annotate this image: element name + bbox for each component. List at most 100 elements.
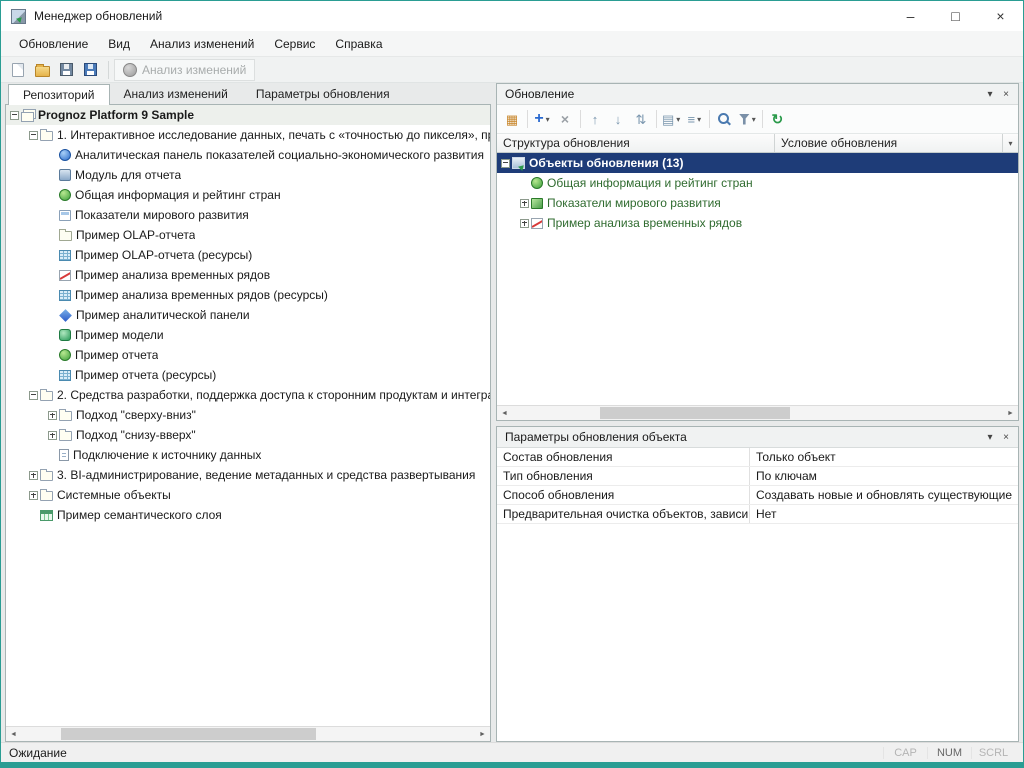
panel-close-button[interactable]: × [998, 432, 1014, 443]
toolbar-separator [709, 110, 710, 128]
panel-menu-button[interactable]: ▾ [982, 89, 998, 100]
menu-item[interactable]: Справка [325, 33, 392, 55]
tree-row[interactable]: Общая информация и рейтинг стран [497, 173, 1018, 193]
tree-row[interactable]: Prognoz Platform 9 Sample [6, 105, 490, 125]
tree-row[interactable]: Пример OLAP-отчета [6, 225, 490, 245]
refresh-button[interactable]: ↻ [766, 108, 788, 130]
search-button[interactable] [713, 108, 735, 130]
tab-анализ-изменений[interactable]: Анализ изменений [110, 84, 242, 104]
update-hscrollbar[interactable]: ◄ ► [497, 405, 1018, 420]
column-structure[interactable]: Структура обновления [497, 134, 775, 152]
tree-row[interactable]: Подход "сверху-вниз" [6, 405, 490, 425]
tree-row[interactable]: Пример модели [6, 325, 490, 345]
table-icon [59, 370, 71, 381]
maximize-button[interactable]: □ [933, 1, 978, 31]
panel-close-button[interactable]: × [998, 89, 1014, 100]
scroll-thumb[interactable] [600, 407, 790, 419]
tree-row[interactable]: Объекты обновления (13) [497, 153, 1018, 173]
expander-icon[interactable] [520, 219, 529, 228]
new-button[interactable] [7, 59, 29, 81]
expander-icon[interactable] [10, 111, 19, 120]
params-panel: Параметры обновления объекта ▾ × Состав … [496, 426, 1019, 742]
tree-row[interactable]: 3. BI-администрирование, ведение метадан… [6, 465, 490, 485]
delete-object-button[interactable]: × [554, 108, 576, 130]
tab-репозиторий[interactable]: Репозиторий [8, 84, 110, 105]
scroll-track[interactable] [21, 727, 475, 741]
column-condition[interactable]: Условие обновления [775, 134, 1002, 152]
menu-item[interactable]: Сервис [264, 33, 325, 55]
add-object-button[interactable]: +▾ [531, 108, 553, 130]
main-toolbar: Анализ изменений [1, 57, 1023, 83]
create-update-button[interactable]: ▦ [501, 108, 523, 130]
param-row[interactable]: Состав обновления Только объект [497, 448, 1018, 467]
expander-icon[interactable] [29, 131, 38, 140]
view-mode-button[interactable]: ▤▾ [660, 108, 682, 130]
tree-row[interactable]: Пример OLAP-отчета (ресурсы) [6, 245, 490, 265]
move-up-button[interactable]: ↑ [584, 108, 606, 130]
tree-row[interactable]: Аналитическая панель показателей социаль… [6, 145, 490, 165]
tree-row[interactable]: Пример анализа временных рядов (ресурсы) [6, 285, 490, 305]
reorder-button[interactable]: ⇅ [630, 108, 652, 130]
item-label: Пример отчета [75, 348, 158, 362]
tree-row[interactable]: Показатели мирового развития [6, 205, 490, 225]
repository-hscrollbar[interactable]: ◄ ► [6, 726, 490, 741]
tree-row[interactable]: Общая информация и рейтинг стран [6, 185, 490, 205]
menu-item[interactable]: Обновление [9, 33, 98, 55]
tree-row[interactable]: Пример аналитической панели [6, 305, 490, 325]
item-label: Общая информация и рейтинг стран [75, 188, 281, 202]
diamond-icon [59, 309, 72, 322]
expander-icon[interactable] [501, 159, 510, 168]
scroll-right-button[interactable]: ► [475, 727, 490, 741]
expander-icon[interactable] [520, 199, 529, 208]
param-row[interactable]: Тип обновления По ключам [497, 467, 1018, 486]
scroll-track[interactable] [512, 406, 1003, 420]
olap-icon [59, 231, 72, 241]
scroll-right-button[interactable]: ► [1003, 406, 1018, 420]
scroll-thumb[interactable] [61, 728, 316, 740]
move-down-button[interactable]: ↓ [607, 108, 629, 130]
tree-row[interactable]: Пример анализа временных рядов [497, 213, 1018, 233]
minimize-button[interactable]: – [888, 1, 933, 31]
scroll-left-button[interactable]: ◄ [497, 406, 512, 420]
expander-icon[interactable] [29, 491, 38, 500]
toolbar-separator [580, 110, 581, 128]
tree-row[interactable]: Показатели мирового развития [497, 193, 1018, 213]
scroll-left-button[interactable]: ◄ [6, 727, 21, 741]
save-button[interactable] [55, 59, 77, 81]
param-row[interactable]: Предварительная очистка объектов, зависи… [497, 505, 1018, 524]
menu-item[interactable]: Анализ изменений [140, 33, 264, 55]
expander-icon[interactable] [48, 411, 57, 420]
sort-button[interactable]: ≡▾ [683, 108, 705, 130]
params-panel-header: Параметры обновления объекта ▾ × [497, 427, 1018, 448]
item-label: 2. Средства разработки, поддержка доступ… [57, 388, 490, 402]
menu-bar: ОбновлениеВидАнализ измененийСервисСправ… [1, 31, 1023, 57]
tree-row[interactable]: Пример отчета [6, 345, 490, 365]
params-panel-title: Параметры обновления объекта [505, 430, 982, 444]
tree-row[interactable]: Пример отчета (ресурсы) [6, 365, 490, 385]
tree-row[interactable]: Системные объекты [6, 485, 490, 505]
tree-row[interactable]: Пример семантического слоя [6, 505, 490, 525]
tab-параметры-обновления[interactable]: Параметры обновления [242, 84, 404, 104]
tree-row[interactable]: Подход "снизу-вверх" [6, 425, 490, 445]
expander-icon[interactable] [29, 471, 38, 480]
menu-item[interactable]: Вид [98, 33, 140, 55]
filter-button[interactable]: ▾ [736, 108, 758, 130]
open-button[interactable] [31, 59, 53, 81]
tree-row[interactable]: Подключение к источнику данных [6, 445, 490, 465]
panel-menu-button[interactable]: ▾ [982, 432, 998, 443]
close-button[interactable]: × [978, 1, 1023, 31]
indent [10, 155, 48, 156]
save-all-button[interactable] [79, 59, 101, 81]
expander-icon[interactable] [29, 391, 38, 400]
tree-row[interactable]: 2. Средства разработки, поддержка доступ… [6, 385, 490, 405]
toolbar-separator [762, 110, 763, 128]
param-row[interactable]: Способ обновления Создавать новые и обно… [497, 486, 1018, 505]
analysis-button[interactable]: Анализ изменений [114, 59, 255, 81]
tree-row[interactable]: 1. Интерактивное исследование данных, пе… [6, 125, 490, 145]
tree-row[interactable]: Пример анализа временных рядов [6, 265, 490, 285]
expander-icon[interactable] [48, 431, 57, 440]
item-label: Пример семантического слоя [57, 508, 222, 522]
column-dropdown-button[interactable]: ▾ [1002, 134, 1018, 152]
status-indicator: CAP [883, 747, 927, 759]
tree-row[interactable]: Модуль для отчета [6, 165, 490, 185]
